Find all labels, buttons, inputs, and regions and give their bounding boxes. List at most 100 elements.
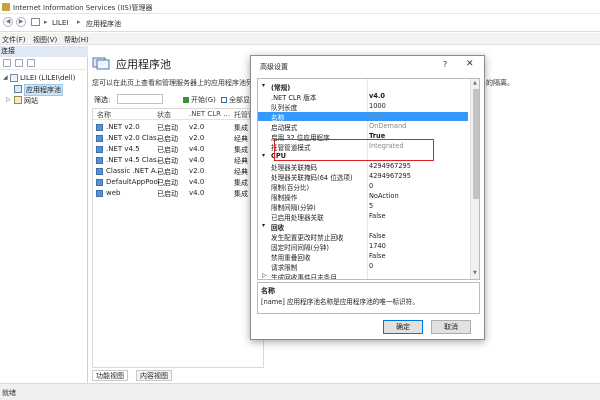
- grid-scrollbar[interactable]: ▲ ▼: [470, 79, 479, 279]
- forward-button[interactable]: ▶: [16, 17, 26, 27]
- status-bar: 就绪: [0, 383, 600, 400]
- cell-status: 已启动: [157, 124, 178, 132]
- tab-content-view[interactable]: 内容视图: [136, 370, 172, 381]
- property-row[interactable]: ▷ 生成回收事件日志条目: [258, 272, 468, 279]
- collapse-icon[interactable]: ▾: [262, 222, 265, 229]
- property-row[interactable]: 限制(百分比) 0: [258, 182, 468, 192]
- menu-view[interactable]: 视图(V): [33, 35, 57, 45]
- collapse-icon[interactable]: ▾: [262, 82, 265, 89]
- property-row[interactable]: 已启用处理器关联 False: [258, 212, 468, 222]
- table-row[interactable]: web 已启动 v4.0 集成: [93, 188, 263, 199]
- cell-pipeline: 集成: [234, 146, 248, 154]
- scroll-down-icon[interactable]: ▼: [473, 270, 477, 276]
- property-key: 限制(百分比): [271, 184, 310, 192]
- cell-clr: v4.0: [189, 156, 205, 164]
- property-value[interactable]: 5: [369, 202, 373, 210]
- property-value[interactable]: False: [369, 232, 386, 240]
- save-icon[interactable]: [15, 59, 23, 67]
- expand-icon[interactable]: ▷: [262, 272, 267, 279]
- property-row[interactable]: 固定时间间隔(分钟) 1740: [258, 242, 468, 252]
- property-value[interactable]: False: [369, 212, 386, 220]
- property-value[interactable]: v4.0: [369, 92, 385, 100]
- cell-name: DefaultAppPool: [106, 178, 160, 186]
- property-row[interactable]: 处理器关联掩码 4294967295: [258, 162, 468, 172]
- scroll-up-icon[interactable]: ▲: [473, 80, 477, 86]
- property-key: .NET CLR 版本: [271, 94, 317, 102]
- tree-item-server[interactable]: ◢ LILEI (LILEI\dell): [0, 73, 88, 84]
- table-row[interactable]: Classic .NET A... 已启动 v2.0 经典: [93, 166, 263, 177]
- column-clr[interactable]: .NET CLR ...: [189, 110, 230, 118]
- property-row[interactable]: .NET CLR 版本 v4.0: [258, 92, 468, 102]
- property-value[interactable]: OnDemand: [369, 122, 406, 130]
- property-value[interactable]: web: [369, 112, 383, 120]
- annotation-highlight-box: [274, 139, 434, 161]
- table-row[interactable]: .NET v4.5 Clas... 已启动 v4.0 经典: [93, 155, 263, 166]
- tree-item-app-pools[interactable]: 应用程序池: [0, 84, 88, 96]
- cell-pipeline: 集成: [234, 179, 248, 187]
- back-button[interactable]: ◀: [3, 17, 13, 27]
- expand-icon[interactable]: ▷: [6, 96, 11, 103]
- tab-features-view[interactable]: 功能视图: [92, 370, 128, 381]
- connections-header: 连接: [0, 46, 88, 57]
- help-icon[interactable]: ?: [443, 60, 447, 69]
- property-category[interactable]: ▾ 回收: [258, 222, 468, 232]
- property-description: 名称 [name] 应用程序池名称是应用程序池的唯一标识符。: [257, 282, 480, 314]
- breadcrumb-app-pools[interactable]: 应用程序池: [86, 19, 121, 29]
- app-pool-icon: [96, 135, 103, 142]
- table-row[interactable]: .NET v2.0 Clas... 已启动 v2.0 经典: [93, 133, 263, 144]
- ok-button[interactable]: 确定: [383, 320, 423, 334]
- column-status[interactable]: 状态: [157, 110, 171, 120]
- property-row[interactable]: 禁用重叠回收 False: [258, 252, 468, 262]
- cell-pipeline: 经典: [234, 157, 248, 165]
- property-row[interactable]: 处理器关联掩码(64 位选项) 4294967295: [258, 172, 468, 182]
- cell-pipeline: 集成: [234, 124, 248, 132]
- property-row[interactable]: 限制操作 NoAction: [258, 192, 468, 202]
- app-pool-icon: [96, 124, 103, 131]
- address-bar: ◀ ▶ ▸ LILEI ▸ 应用程序池: [0, 14, 600, 32]
- cell-status: 已启动: [157, 179, 178, 187]
- category-label: 回收: [271, 224, 285, 232]
- column-name[interactable]: 名称: [97, 110, 111, 120]
- property-row[interactable]: 名称 web: [258, 112, 468, 122]
- property-value[interactable]: 4294967295: [369, 172, 411, 180]
- property-value[interactable]: 1000: [369, 102, 386, 110]
- category-label: (常规): [271, 84, 291, 92]
- app-pool-icon: [14, 85, 22, 93]
- sites-folder-icon: [14, 96, 22, 104]
- property-value[interactable]: NoAction: [369, 192, 399, 200]
- start-button[interactable]: 开始(G): [183, 95, 216, 105]
- table-row[interactable]: DefaultAppPool 已启动 v4.0 集成: [93, 177, 263, 188]
- app-pool-list: 名称 状态 .NET CLR ... 托管管 .NET v2.0 已启动 v2.0 集…: [92, 108, 264, 368]
- menu-help[interactable]: 帮助(H): [64, 35, 89, 45]
- property-row[interactable]: 限制间隔(分钟) 5: [258, 202, 468, 212]
- property-key: 已启用处理器关联: [271, 214, 324, 222]
- connect-icon[interactable]: [3, 59, 11, 67]
- property-row[interactable]: 发生配置更改时禁止回收 False: [258, 232, 468, 242]
- cancel-button[interactable]: 取消: [431, 320, 471, 334]
- property-value[interactable]: False: [369, 252, 386, 260]
- cell-status: 已启动: [157, 157, 178, 165]
- close-icon[interactable]: ✕: [466, 59, 474, 69]
- collapse-icon[interactable]: ▾: [262, 152, 265, 159]
- property-row[interactable]: 请求限制 0: [258, 262, 468, 272]
- property-value[interactable]: 1740: [369, 242, 386, 250]
- property-value[interactable]: 0: [369, 262, 373, 270]
- cell-name: web: [106, 189, 121, 197]
- property-row[interactable]: 队列长度 1000: [258, 102, 468, 112]
- collapse-icon[interactable]: ◢: [3, 74, 8, 81]
- breadcrumb-server[interactable]: LILEI: [52, 19, 68, 27]
- filter-input[interactable]: [117, 94, 163, 104]
- property-row[interactable]: 启动模式 OnDemand: [258, 122, 468, 132]
- menu-file[interactable]: 文件(F): [2, 35, 26, 45]
- tree-item-sites[interactable]: ▷ 网站: [0, 95, 88, 106]
- table-row[interactable]: .NET v4.5 已启动 v4.0 集成: [93, 144, 263, 155]
- up-icon[interactable]: [27, 59, 35, 67]
- scroll-thumb[interactable]: [473, 89, 479, 199]
- property-category[interactable]: ▾ (常规): [258, 82, 468, 92]
- property-key: 队列长度: [271, 104, 298, 112]
- property-value[interactable]: 4294967295: [369, 162, 411, 170]
- app-pool-icon: [96, 157, 103, 164]
- table-row[interactable]: .NET v2.0 已启动 v2.0 集成: [93, 122, 263, 133]
- property-value[interactable]: 0: [369, 182, 373, 190]
- breadcrumb-sep-icon: ▸: [77, 18, 81, 26]
